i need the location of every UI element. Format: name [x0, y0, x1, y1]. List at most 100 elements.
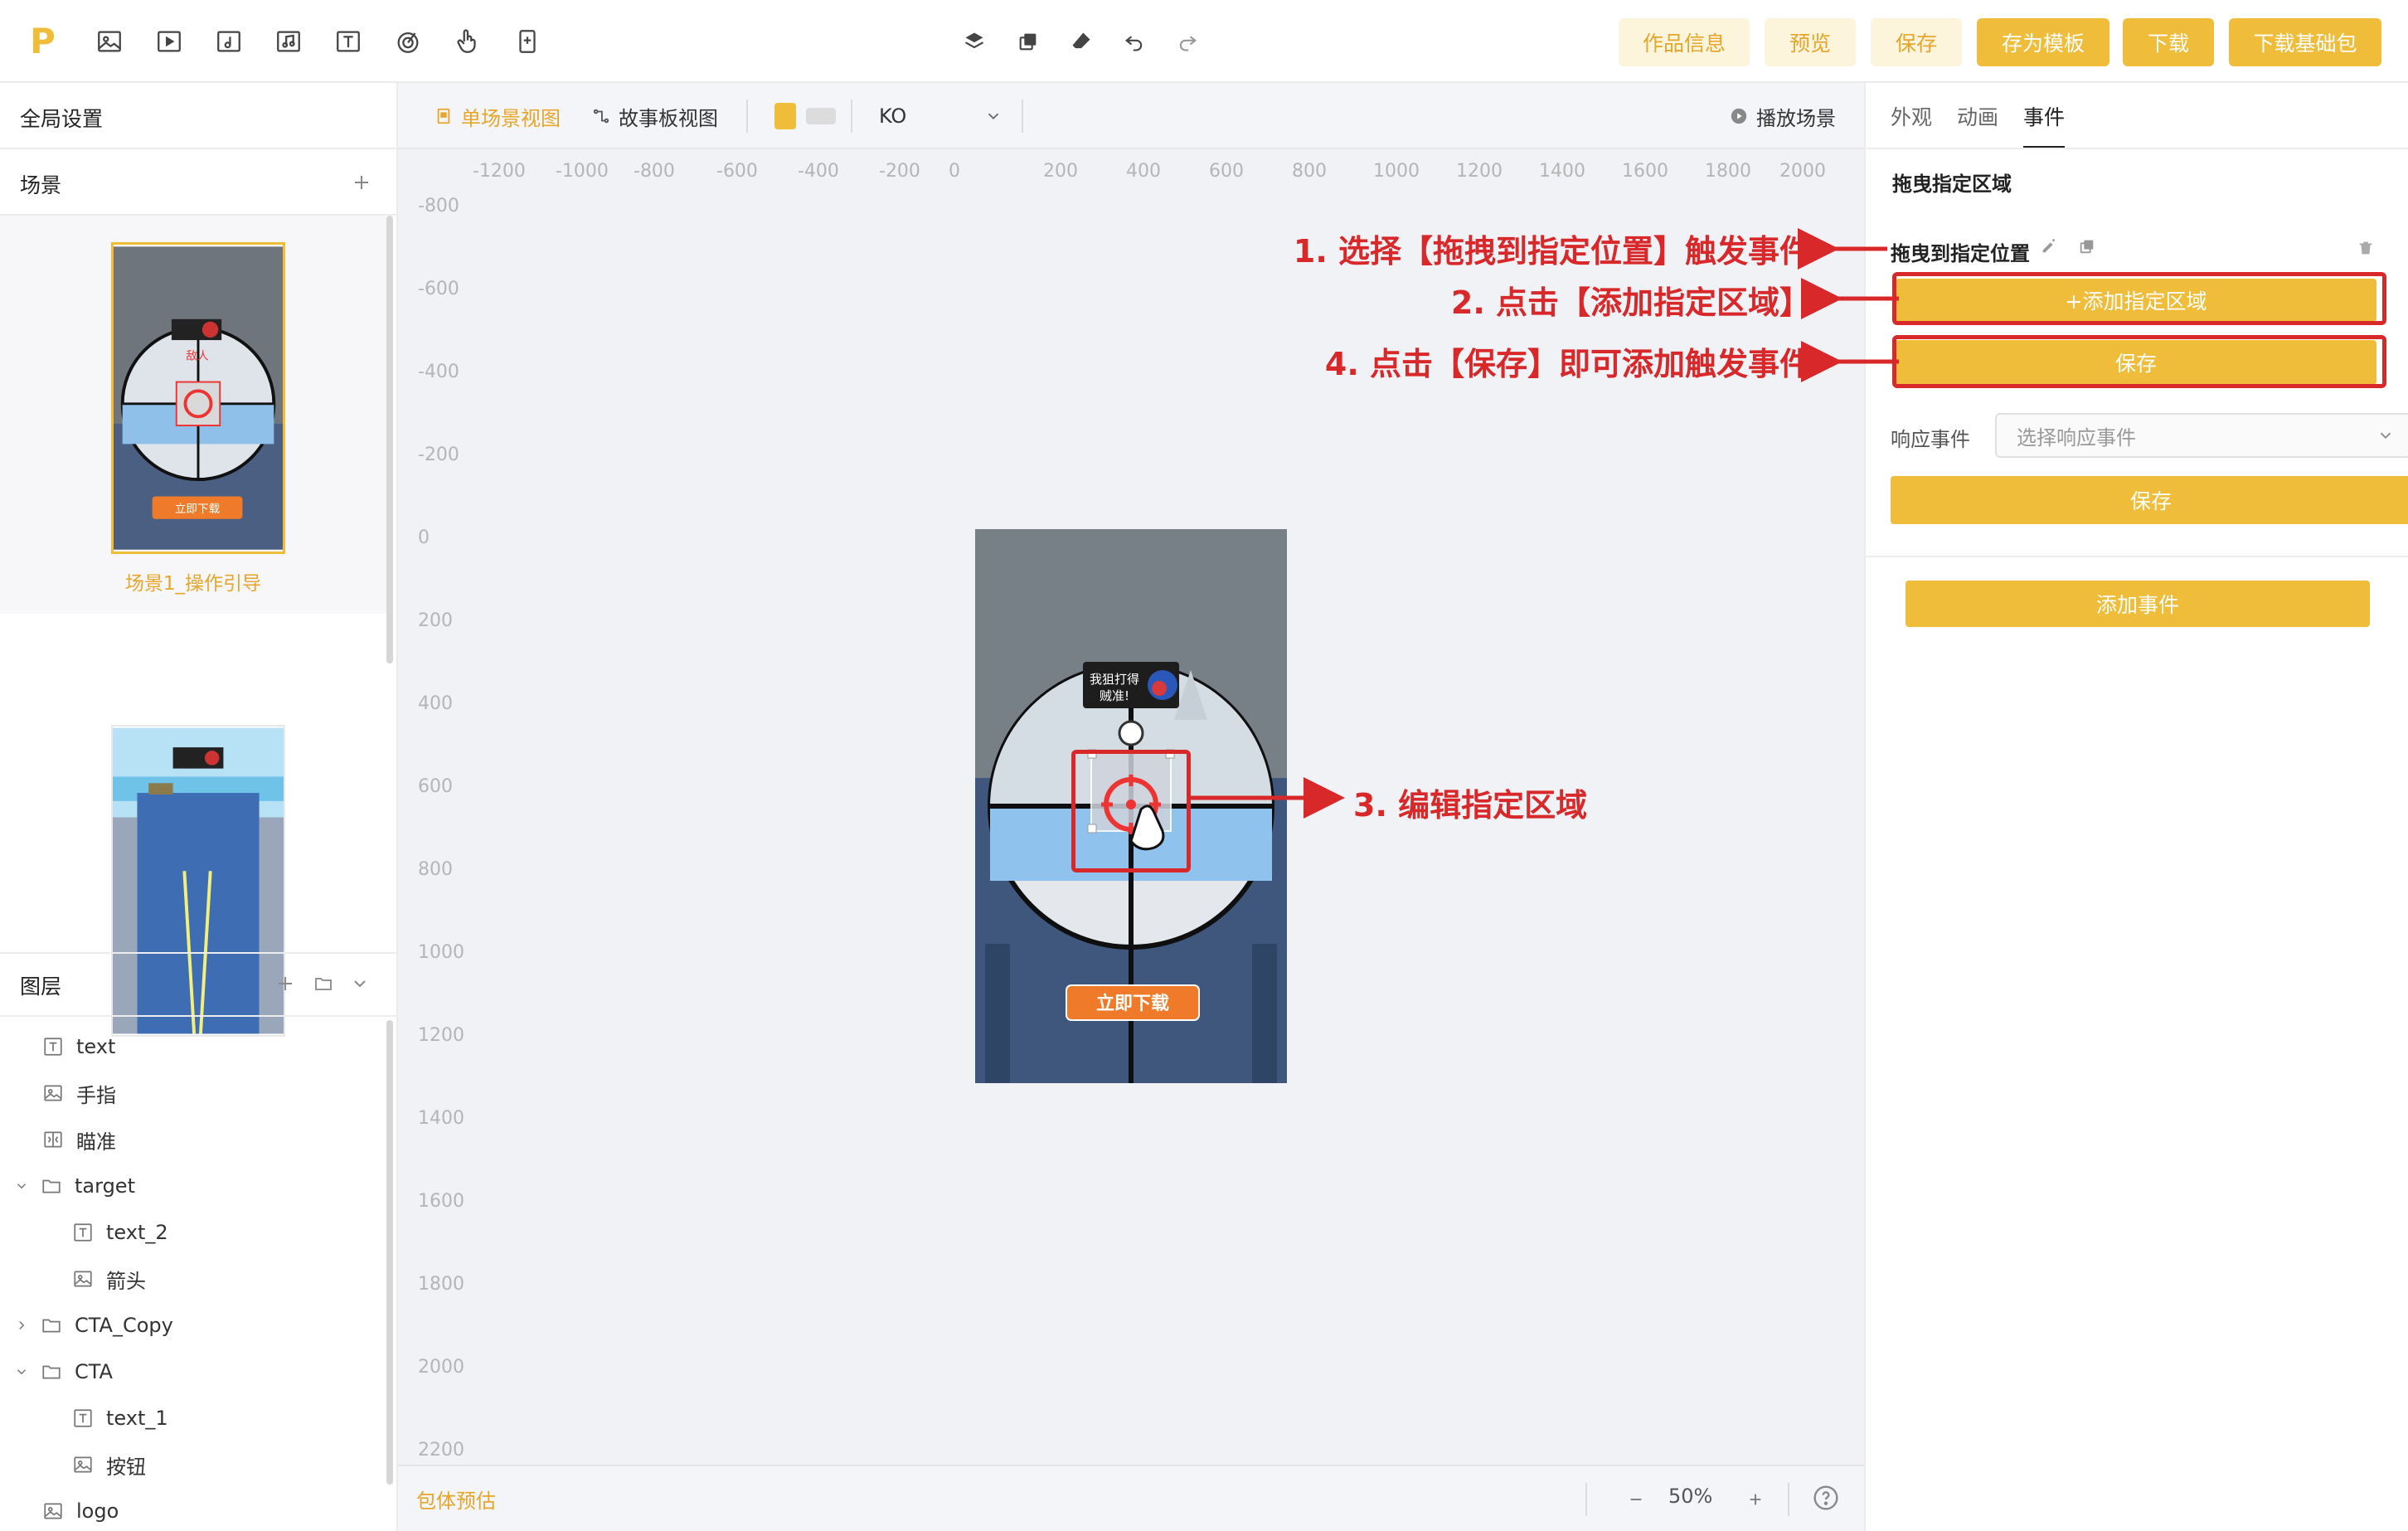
text-icon: [71, 1407, 95, 1430]
layer-item-箭头[interactable]: 箭头: [0, 1256, 386, 1302]
global-settings-title[interactable]: 全局设置: [20, 103, 103, 133]
play-icon: [1731, 108, 1747, 124]
single-scene-icon: [437, 108, 450, 124]
edit-icon[interactable]: [2040, 237, 2061, 259]
layer-item-text_2[interactable]: text_2: [0, 1209, 386, 1256]
save-template-button[interactable]: 存为模板: [1977, 18, 2109, 66]
layer-label: logo: [76, 1499, 119, 1523]
preview-button[interactable]: 预览: [1765, 18, 1856, 66]
scene-scrollbar[interactable]: [386, 216, 393, 663]
play-scene-label: 播放场景: [1756, 106, 1836, 130]
delete-icon[interactable]: [2357, 239, 2376, 259]
layer-item-手指[interactable]: 手指: [0, 1070, 386, 1116]
ruler-tick-label: -200: [418, 445, 459, 465]
ruler-tick-label: 200: [418, 610, 453, 631]
folder-icon: [40, 1360, 63, 1383]
layer-scrollbar[interactable]: [386, 1020, 393, 1485]
view-toolbar: 单场景视图 故事板视图 KO 播放场景: [398, 83, 1864, 149]
phone-cta-text: 立即下载: [1096, 993, 1169, 1014]
section-title: 拖曳指定区域: [1892, 173, 2012, 196]
divider: [1788, 1483, 1789, 1516]
package-estimate-link[interactable]: 包体预估: [416, 1485, 496, 1514]
ruler-tick-label: 0: [949, 161, 960, 182]
layer-item-CTA[interactable]: CTA: [0, 1349, 386, 1395]
chevron-down-icon: [2380, 432, 2391, 440]
divider: [746, 100, 748, 133]
layer-item-text[interactable]: text: [0, 1023, 386, 1070]
layers-icon[interactable]: [959, 27, 989, 56]
video-tool-icon[interactable]: [153, 25, 186, 58]
tab-animation[interactable]: 动画: [1957, 101, 1998, 131]
duplicate-icon[interactable]: [2078, 237, 2100, 259]
text-tool-icon[interactable]: [332, 25, 365, 58]
text-icon: [41, 1035, 65, 1058]
scenes-title: 场景: [20, 173, 62, 197]
image-tool-icon[interactable]: [93, 25, 126, 58]
divider: [1585, 1483, 1587, 1516]
image-icon: [71, 1453, 95, 1476]
ruler-tick-label: 1800: [1705, 161, 1751, 182]
gray-color-swatch[interactable]: [806, 108, 836, 124]
ruler-tick-label: 2000: [1779, 161, 1826, 182]
download-base-button[interactable]: 下载基础包: [2229, 18, 2381, 66]
add-event-button[interactable]: 添加事件: [1906, 581, 2370, 627]
folder-icon: [40, 1314, 63, 1337]
language-value: KO: [879, 104, 907, 128]
ruler-tick-label: -600: [418, 279, 459, 299]
layer-label: target: [75, 1174, 135, 1198]
canvas-area: 单场景视图 故事板视图 KO 播放场景 -1200 -1000 -800 -600 -4…: [398, 83, 1864, 1531]
undo-icon[interactable]: [1119, 27, 1149, 56]
audio-tool-icon[interactable]: [212, 25, 245, 58]
scene-thumbnail-1[interactable]: 立即下载 敌人: [111, 242, 285, 554]
scene-list: 立即下载 敌人 场景1_操作引导: [0, 216, 386, 1037]
hand-tool-icon[interactable]: [451, 25, 484, 58]
scene-card-1[interactable]: 立即下载 敌人 场景1_操作引导: [0, 216, 386, 614]
tab-single-scene[interactable]: 单场景视图: [435, 100, 561, 133]
add-layer-icon[interactable]: [274, 972, 297, 995]
ruler-tick-label: 200: [1043, 161, 1078, 182]
layer-item-瞄准[interactable]: 瞄准: [0, 1116, 386, 1163]
chevron-right-icon[interactable]: [12, 1315, 32, 1335]
storyboard-icon: [593, 109, 609, 124]
response-event-select[interactable]: 选择响应事件: [1995, 413, 2408, 458]
chevron-down-icon[interactable]: [348, 972, 371, 995]
ruler-tick-label: -200: [879, 161, 920, 182]
language-select[interactable]: KO: [879, 100, 1012, 133]
work-info-button[interactable]: 作品信息: [1619, 18, 1750, 66]
layer-item-target[interactable]: target: [0, 1163, 386, 1209]
tab-appearance[interactable]: 外观: [1891, 101, 1932, 131]
layer-item-按钮[interactable]: 按钮: [0, 1441, 386, 1488]
divider: [0, 148, 398, 149]
eraser-icon[interactable]: [1066, 27, 1096, 56]
add-folder-icon[interactable]: [312, 972, 335, 995]
top-toolbar: P 作品信息 预览 保存 存为模板 下载 下载基础包: [0, 0, 2408, 83]
tab-event[interactable]: 事件: [2023, 101, 2065, 131]
layer-item-logo[interactable]: logo: [0, 1488, 386, 1531]
copy-icon[interactable]: [1013, 27, 1043, 56]
scene-1-preview: 立即下载 敌人: [114, 246, 283, 550]
help-icon[interactable]: [1813, 1485, 1841, 1513]
chevron-down-icon[interactable]: [12, 1362, 32, 1382]
layers-title: 图层: [20, 974, 62, 999]
redo-icon[interactable]: [1172, 27, 1202, 56]
add-scene-icon[interactable]: [350, 171, 373, 194]
save-button[interactable]: 保存: [1871, 18, 1962, 66]
image-icon: [41, 1499, 65, 1523]
chevron-down-icon[interactable]: [12, 1176, 32, 1196]
layer-item-text_1[interactable]: text_1: [0, 1395, 386, 1441]
zoom-out-icon[interactable]: [1624, 1483, 1648, 1516]
music-tool-icon[interactable]: [272, 25, 305, 58]
ruler-tick-label: 2200: [418, 1440, 464, 1461]
download-button[interactable]: 下载: [2123, 18, 2214, 66]
accent-color-swatch[interactable]: [774, 103, 796, 129]
play-scene-button[interactable]: 播放场景: [1730, 100, 1836, 133]
layer-item-CTA_Copy[interactable]: CTA_Copy: [0, 1302, 386, 1349]
device-tool-icon[interactable]: [511, 25, 544, 58]
scene-thumbnail-2[interactable]: [111, 725, 285, 1037]
spiral-tool-icon[interactable]: [391, 25, 425, 58]
divider: [1022, 100, 1023, 133]
tab-storyboard[interactable]: 故事板视图: [592, 100, 718, 133]
scene-1-label[interactable]: 场景1_操作引导: [0, 567, 386, 595]
zoom-in-icon[interactable]: [1743, 1483, 1768, 1516]
save-response-button[interactable]: 保存: [1891, 476, 2408, 524]
